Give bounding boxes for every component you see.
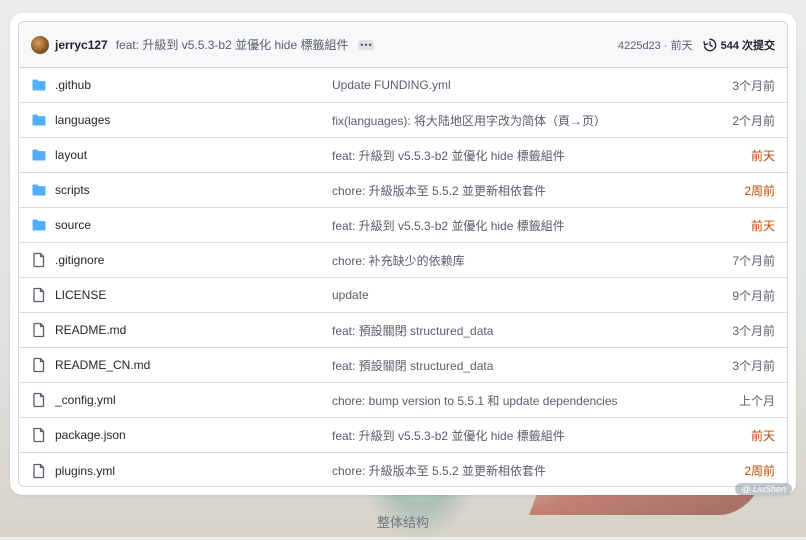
folder-icon bbox=[32, 219, 46, 231]
file-commit-time: 2周前 bbox=[744, 183, 775, 198]
file-commit-time: 2个月前 bbox=[732, 113, 775, 128]
table-row[interactable]: source feat: 升級到 v5.5.3-b2 並優化 hide 標籤組件 前… bbox=[19, 208, 787, 243]
file-commit-time: 前天 bbox=[750, 218, 775, 233]
table-row[interactable]: scripts chore: 升級版本至 5.5.2 並更新相依套件 2周前 bbox=[19, 173, 787, 208]
file-commit-message-link[interactable]: chore: 升級版本至 5.5.2 並更新相依套件 bbox=[332, 182, 725, 199]
file-commit-time: 前天 bbox=[750, 428, 775, 443]
file-icon bbox=[33, 357, 45, 373]
table-row[interactable]: _config.yml chore: bump version to 5.5.1 … bbox=[19, 383, 787, 418]
table-row[interactable]: languages fix(languages): 将大陆地区用字改为简体（頁→页… bbox=[19, 103, 787, 138]
file-table: jerryc127 feat: 升級到 v5.5.3-b2 並優化 hide 標… bbox=[18, 21, 788, 487]
commit-message[interactable]: feat: 升級到 v5.5.3-b2 並優化 hide 標籤組件 bbox=[116, 36, 349, 53]
file-commit-message-link[interactable]: feat: 升級到 v5.5.3-b2 並優化 hide 標籤組件 bbox=[332, 217, 725, 234]
file-commit-message-link[interactable]: update bbox=[332, 288, 725, 302]
commit-hash-time[interactable]: 4225d23 · 前天 bbox=[618, 37, 693, 53]
file-icon bbox=[33, 322, 45, 338]
commit-author[interactable]: jerryc127 bbox=[55, 38, 108, 52]
watermark: @ LiuShen bbox=[735, 483, 792, 495]
file-commit-message-link[interactable]: feat: 預設關閉 structured_data bbox=[332, 322, 725, 339]
file-icon bbox=[33, 427, 45, 443]
file-commit-time: 前天 bbox=[750, 148, 775, 163]
file-name-link[interactable]: plugins.yml bbox=[55, 464, 332, 478]
file-name-link[interactable]: README.md bbox=[55, 323, 332, 337]
file-commit-message-link[interactable]: fix(languages): 将大陆地区用字改为简体（頁→页） bbox=[332, 112, 725, 129]
file-commit-time: 7个月前 bbox=[732, 253, 775, 268]
file-commit-time: 3个月前 bbox=[732, 78, 775, 93]
table-row[interactable]: LICENSE update 9个月前 bbox=[19, 278, 787, 313]
figure-caption: 整体结构 bbox=[376, 515, 429, 530]
file-browser-card: jerryc127 feat: 升級到 v5.5.3-b2 並優化 hide 標… bbox=[10, 13, 796, 495]
file-commit-time: 上个月 bbox=[738, 393, 775, 408]
table-row[interactable]: plugins.yml chore: 升級版本至 5.5.2 並更新相依套件 2周前 bbox=[19, 453, 787, 486]
avatar[interactable] bbox=[31, 35, 49, 54]
table-row[interactable]: package.json feat: 升級到 v5.5.3-b2 並優化 hide… bbox=[19, 418, 787, 453]
file-name-link[interactable]: .gitignore bbox=[55, 253, 332, 267]
file-name-link[interactable]: README_CN.md bbox=[55, 358, 332, 372]
file-commit-message-link[interactable]: Update FUNDING.yml bbox=[332, 78, 725, 92]
expand-commit-button[interactable]: ••• bbox=[358, 39, 375, 50]
file-commit-time: 9个月前 bbox=[732, 288, 775, 303]
file-commit-message-link[interactable]: chore: 升級版本至 5.5.2 並更新相依套件 bbox=[332, 462, 725, 479]
file-icon bbox=[33, 287, 45, 303]
table-row[interactable]: .github Update FUNDING.yml 3个月前 bbox=[19, 68, 787, 103]
file-name-link[interactable]: _config.yml bbox=[55, 393, 332, 407]
commit-history-button[interactable]: 544 次提交 bbox=[702, 37, 775, 53]
file-commit-message-link[interactable]: feat: 升級到 v5.5.3-b2 並優化 hide 標籤組件 bbox=[332, 147, 725, 164]
table-row[interactable]: README.md feat: 預設關閉 structured_data 3个月前 bbox=[19, 313, 787, 348]
history-icon bbox=[702, 38, 716, 51]
file-name-link[interactable]: scripts bbox=[55, 183, 332, 197]
file-commit-message-link[interactable]: chore: bump version to 5.5.1 和 update de… bbox=[332, 392, 725, 409]
file-commit-time: 3个月前 bbox=[732, 358, 775, 373]
folder-icon bbox=[32, 79, 46, 91]
file-list: .github Update FUNDING.yml 3个月前 languages fi… bbox=[19, 68, 787, 486]
folder-icon bbox=[32, 184, 46, 196]
file-name-link[interactable]: package.json bbox=[55, 428, 332, 442]
file-commit-time: 3个月前 bbox=[732, 323, 775, 338]
folder-icon bbox=[32, 114, 46, 126]
folder-icon bbox=[32, 149, 46, 161]
commit-count: 544 次提交 bbox=[720, 39, 775, 52]
file-commit-message-link[interactable]: feat: 預設關閉 structured_data bbox=[332, 357, 725, 374]
file-icon bbox=[33, 463, 45, 478]
table-row[interactable]: .gitignore chore: 补充缺少的依赖库 7个月前 bbox=[19, 243, 787, 278]
file-name-link[interactable]: layout bbox=[55, 148, 332, 162]
table-row[interactable]: README_CN.md feat: 預設關閉 structured_data 3个… bbox=[19, 348, 787, 383]
file-name-link[interactable]: .github bbox=[55, 78, 332, 92]
file-icon bbox=[33, 392, 45, 408]
file-commit-time: 2周前 bbox=[744, 464, 775, 478]
table-row[interactable]: layout feat: 升級到 v5.5.3-b2 並優化 hide 標籤組件 前… bbox=[19, 138, 787, 173]
file-icon bbox=[33, 252, 45, 268]
file-commit-message-link[interactable]: chore: 补充缺少的依赖库 bbox=[332, 252, 725, 269]
latest-commit-bar: jerryc127 feat: 升級到 v5.5.3-b2 並優化 hide 標… bbox=[19, 22, 787, 68]
file-name-link[interactable]: source bbox=[55, 218, 332, 232]
file-commit-message-link[interactable]: feat: 升級到 v5.5.3-b2 並優化 hide 標籤組件 bbox=[332, 427, 725, 444]
file-name-link[interactable]: LICENSE bbox=[55, 288, 332, 302]
file-name-link[interactable]: languages bbox=[55, 113, 332, 127]
